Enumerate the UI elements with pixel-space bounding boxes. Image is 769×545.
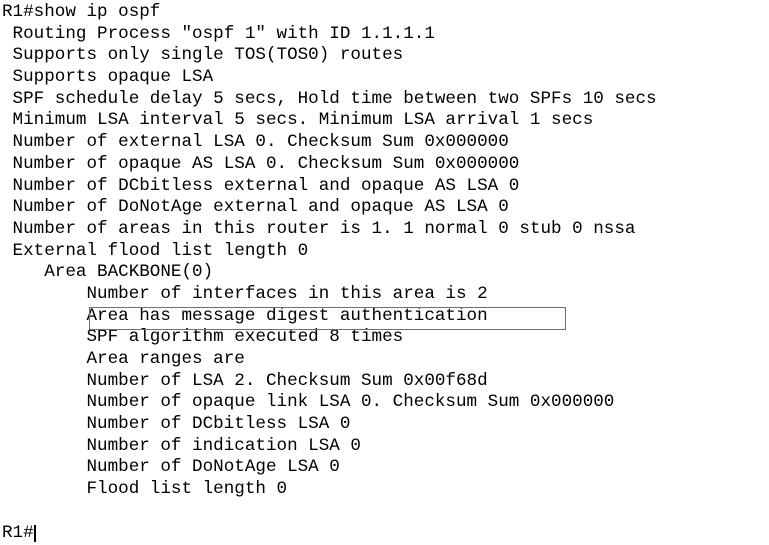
terminal-output-line: Number of opaque AS LSA 0. Checksum Sum … xyxy=(2,153,520,174)
terminal-output-line-highlighted: Area has message digest authentication xyxy=(2,305,488,326)
terminal-output-line: SPF algorithm executed 8 times xyxy=(2,327,404,348)
terminal-window[interactable]: R1#show ip ospf Routing Process "ospf 1"… xyxy=(0,0,769,545)
terminal-output-line: Area BACKBONE(0) xyxy=(2,262,214,283)
terminal-prompt-label: R1# xyxy=(2,522,34,543)
terminal-output-line: SPF schedule delay 5 secs, Hold time bet… xyxy=(2,88,657,109)
terminal-prompt-line[interactable]: R1# xyxy=(0,523,769,545)
terminal-output-line: Number of DCbitless external and opaque … xyxy=(2,175,520,196)
terminal-output-line: Number of DCbitless LSA 0 xyxy=(2,414,351,435)
terminal-output-line: Minimum LSA interval 5 secs. Minimum LSA… xyxy=(2,110,594,131)
terminal-output-line: Number of areas in this router is 1. 1 n… xyxy=(2,218,636,239)
terminal-output-line: Routing Process "ospf 1" with ID 1.1.1.1 xyxy=(2,23,435,44)
terminal-output-line: Number of indication LSA 0 xyxy=(2,435,361,456)
terminal-output-line: Area ranges are xyxy=(2,349,245,369)
terminal-output-line: Number of interfaces in this area is 2 xyxy=(2,283,488,304)
terminal-output-line: Supports only single TOS(TOS0) routes xyxy=(2,45,404,66)
terminal-output-line: Number of DoNotAge external and opaque A… xyxy=(2,197,509,218)
terminal-output-line: External flood list length 0 xyxy=(2,240,309,261)
terminal-output-line: Number of DoNotAge LSA 0 xyxy=(2,457,340,478)
terminal-output-line: Number of external LSA 0. Checksum Sum 0… xyxy=(2,132,509,153)
terminal-output-line: Flood list length 0 xyxy=(2,479,288,500)
terminal-command-line: R1#show ip ospf xyxy=(2,2,161,22)
terminal-output-line: Number of LSA 2. Checksum Sum 0x00f68d xyxy=(2,370,488,391)
terminal-cursor xyxy=(33,524,36,542)
terminal-output-line: Supports opaque LSA xyxy=(2,67,214,88)
terminal-output-line: Number of opaque link LSA 0. Checksum Su… xyxy=(2,392,615,413)
